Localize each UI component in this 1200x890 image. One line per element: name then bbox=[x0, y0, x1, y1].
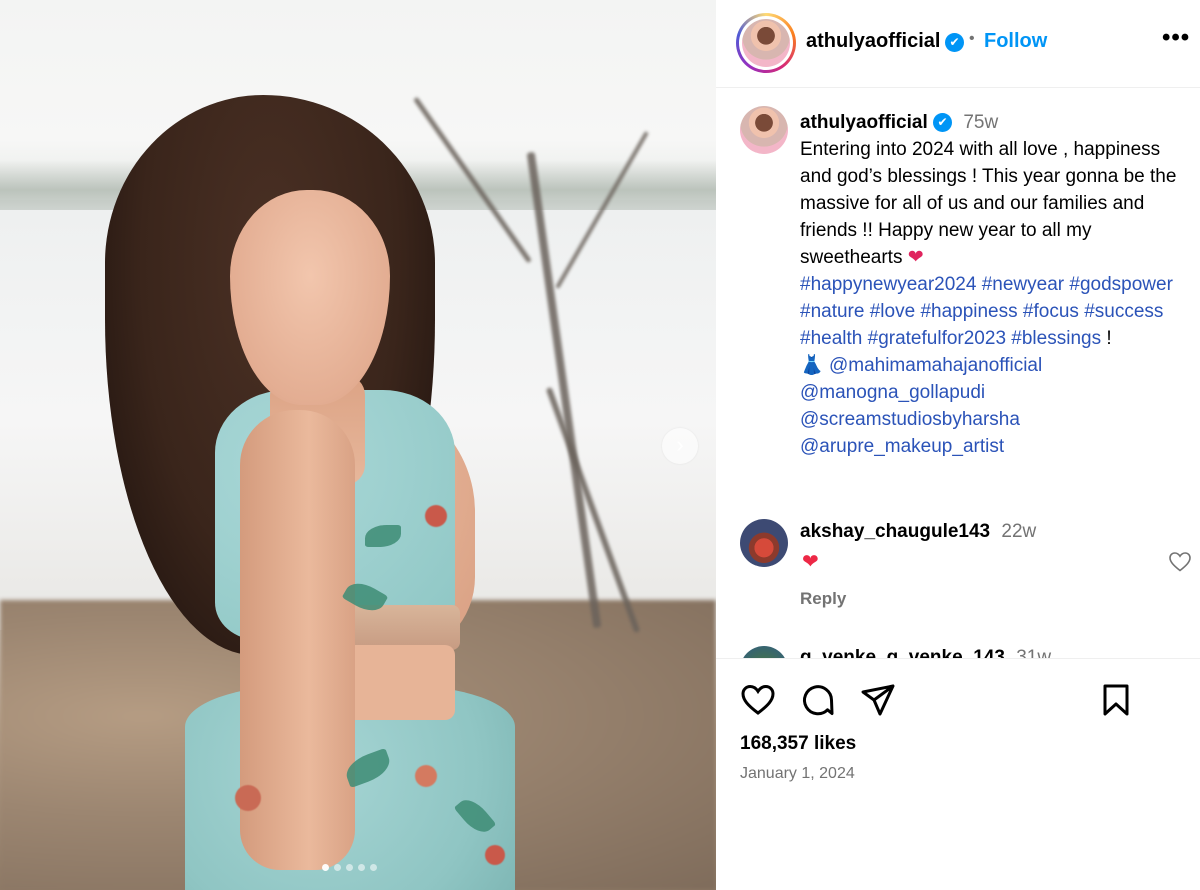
print-flower bbox=[485, 845, 505, 865]
caption-body: Entering into 2024 with all love , happi… bbox=[800, 139, 1177, 268]
post-header: athulyaofficial ✔ • Follow ••• bbox=[716, 0, 1200, 88]
caption-hashtags: #happynewyear2024 #newyear #godspower #n… bbox=[800, 271, 1195, 352]
comment-icon[interactable] bbox=[800, 682, 836, 718]
more-options-icon[interactable]: ••• bbox=[1162, 24, 1190, 52]
hashtag-link[interactable]: #nature bbox=[800, 301, 864, 322]
hashtag-link[interactable]: #love bbox=[870, 301, 915, 322]
carousel-dot bbox=[322, 864, 329, 871]
comments-section[interactable]: athulyaofficial ✔ 75w Entering into 2024… bbox=[716, 89, 1200, 658]
print-flower bbox=[425, 505, 447, 527]
hashtag-link[interactable]: #gratefulfor2023 bbox=[868, 328, 1006, 349]
post-actions: 168,357 likes January 1, 2024 bbox=[716, 658, 1200, 890]
heart-outline-icon[interactable] bbox=[740, 682, 776, 718]
caption-timestamp[interactable]: 75w bbox=[963, 112, 998, 133]
comment-text: ❤ bbox=[802, 551, 819, 573]
comment-timestamp[interactable]: 31w bbox=[1016, 647, 1051, 658]
hashtag-link[interactable]: #newyear bbox=[982, 274, 1064, 295]
post-panel: athulyaofficial ✔ • Follow ••• athulyaof… bbox=[716, 0, 1200, 890]
post-date[interactable]: January 1, 2024 bbox=[740, 765, 855, 783]
comment-timestamp[interactable]: 22w bbox=[1001, 521, 1036, 542]
next-image-button[interactable]: › bbox=[662, 428, 698, 464]
mention-line: 👗 @mahimamahajanofficial bbox=[800, 352, 1195, 379]
comment-avatar[interactable] bbox=[740, 646, 788, 658]
carousel-dot bbox=[370, 864, 377, 871]
paper-plane-icon[interactable] bbox=[860, 682, 896, 718]
avatar-border bbox=[739, 16, 793, 70]
heart-outline-icon[interactable] bbox=[1168, 550, 1192, 574]
follow-button[interactable]: Follow bbox=[984, 30, 1047, 53]
likes-count[interactable]: 168,357 likes bbox=[740, 733, 856, 755]
mention-link[interactable]: @screamstudiosbyharsha bbox=[800, 406, 1195, 433]
print-flower bbox=[235, 785, 261, 811]
caption: athulyaofficial ✔ 75w Entering into 2024… bbox=[800, 109, 1195, 460]
comment-header: g_venke_g_venke_143 31w bbox=[800, 647, 1051, 658]
comment-header: akshay_chaugule143 22w bbox=[800, 521, 1036, 543]
caption-text: Entering into 2024 with all love , happi… bbox=[800, 136, 1195, 271]
woman-photo bbox=[95, 85, 535, 890]
mention-link[interactable]: @arupre_makeup_artist bbox=[800, 433, 1195, 460]
separator-dot: • bbox=[969, 30, 975, 47]
heart-emoji: ❤ bbox=[907, 247, 924, 268]
verified-badge-icon: ✔ bbox=[933, 113, 953, 132]
header-username[interactable]: athulyaofficial bbox=[806, 30, 940, 53]
comment-username[interactable]: akshay_chaugule143 bbox=[800, 521, 990, 542]
carousel-dot bbox=[346, 864, 353, 871]
mention-link[interactable]: @manogna_gollapudi bbox=[800, 379, 1195, 406]
caption-avatar[interactable] bbox=[740, 106, 788, 154]
carousel-indicator bbox=[322, 864, 377, 871]
hashtag-link[interactable]: #blessings bbox=[1011, 328, 1101, 349]
comment-avatar[interactable] bbox=[740, 519, 788, 567]
avatar-image bbox=[742, 19, 790, 67]
hashtag-link[interactable]: #happynewyear2024 bbox=[800, 274, 976, 295]
dress-emoji: 👗 bbox=[800, 355, 824, 376]
carousel-dot bbox=[358, 864, 365, 871]
hashtags-end: ! bbox=[1106, 328, 1112, 349]
reply-button[interactable]: Reply bbox=[800, 589, 846, 609]
hashtag-link[interactable]: #success bbox=[1084, 301, 1163, 322]
print-flower bbox=[415, 765, 437, 787]
comment-username[interactable]: g_venke_g_venke_143 bbox=[800, 647, 1005, 658]
hashtag-link[interactable]: #focus bbox=[1023, 301, 1079, 322]
hashtag-link[interactable]: #godspower bbox=[1069, 274, 1173, 295]
hashtag-link[interactable]: #happiness bbox=[920, 301, 1017, 322]
mention-link[interactable]: @mahimamahajanofficial bbox=[829, 355, 1042, 376]
hashtag-link[interactable]: #health bbox=[800, 328, 862, 349]
verified-badge-icon: ✔ bbox=[945, 33, 964, 52]
post-media[interactable]: › bbox=[0, 0, 716, 890]
bookmark-icon[interactable] bbox=[1098, 682, 1134, 718]
profile-avatar[interactable] bbox=[736, 13, 796, 73]
caption-username[interactable]: athulyaofficial bbox=[800, 112, 928, 133]
carousel-dot bbox=[334, 864, 341, 871]
embroidered-belt bbox=[340, 605, 460, 650]
